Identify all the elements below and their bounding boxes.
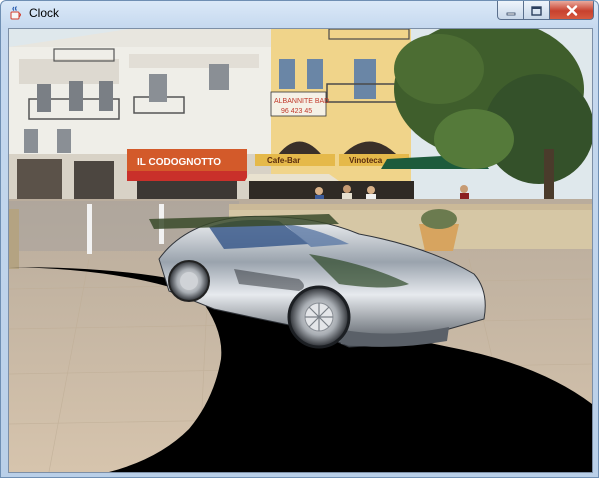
close-button[interactable] xyxy=(550,1,594,20)
street-scene: IL CODOGNOTTO ALBANNITE BAD 96 423 45 Ca… xyxy=(9,29,592,472)
minimize-icon xyxy=(506,1,516,20)
title-bar[interactable]: Clock xyxy=(1,1,598,27)
app-window: Clock IL CODOGNOTTO ALBANNITE BAD 96 423… xyxy=(0,0,599,478)
minimize-button[interactable] xyxy=(497,1,524,20)
hanging-sign-line-1: ALBANNITE BAD xyxy=(274,98,329,105)
java-coffee-cup-icon[interactable] xyxy=(8,5,24,21)
shop-sign-2-text: Cafe-Bar xyxy=(267,156,300,165)
maximize-button[interactable] xyxy=(524,1,550,20)
shop-sign-3-text: Vinoteca xyxy=(349,156,383,165)
render-canvas[interactable]: IL CODOGNOTTO ALBANNITE BAD 96 423 45 Ca… xyxy=(8,28,593,473)
maximize-icon xyxy=(531,1,542,20)
close-icon xyxy=(566,1,578,20)
hanging-sign-line-2: 96 423 45 xyxy=(281,108,312,115)
shop-sign-1-text: IL CODOGNOTTO xyxy=(137,157,221,168)
white-building: IL CODOGNOTTO xyxy=(9,29,271,207)
window-title: Clock xyxy=(29,6,60,20)
caption-buttons xyxy=(497,1,594,20)
